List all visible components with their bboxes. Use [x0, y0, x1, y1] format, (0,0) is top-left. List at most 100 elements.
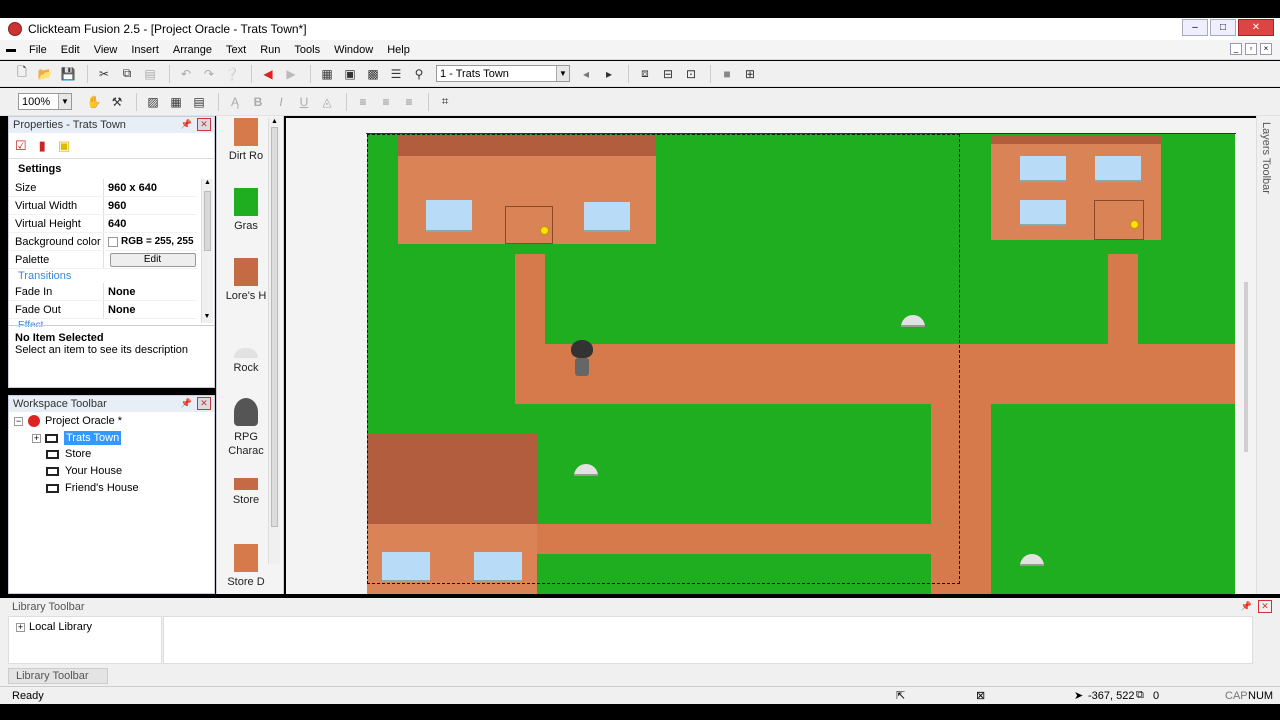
scroll-thumb[interactable] [271, 127, 278, 527]
run-app-icon[interactable]: ⊟ [658, 64, 678, 84]
text-color-icon[interactable]: ◬ [317, 92, 337, 112]
italic-icon[interactable]: I [271, 92, 291, 112]
undo-icon[interactable]: ↶ [176, 64, 196, 84]
collapse-icon[interactable]: − [14, 416, 23, 426]
pin-icon[interactable]: 📌 [181, 119, 192, 130]
save-icon[interactable]: 💾 [58, 64, 78, 84]
library-local[interactable]: + Local Library [16, 621, 92, 633]
font-icon[interactable]: Ą [225, 92, 245, 112]
run-frame-icon[interactable]: ⧈ [635, 64, 655, 84]
mdi-close-button[interactable]: × [1260, 43, 1272, 55]
frame-select[interactable]: 1 - Trats Town ▼ [436, 65, 570, 82]
menu-run[interactable]: Run [253, 44, 287, 56]
settings-tab-icon[interactable]: ☑ [15, 138, 27, 154]
canvas-scrollbar[interactable] [1238, 118, 1252, 594]
object-dirt-road[interactable]: Dirt Ro [222, 118, 270, 162]
pin-icon[interactable]: 📌 [181, 398, 192, 409]
layers-toolbar-tab[interactable]: Layers Toolbar [1256, 116, 1280, 594]
data-elements-icon[interactable]: ⚲ [409, 64, 429, 84]
mdi-restore-button[interactable]: ▫ [1245, 43, 1257, 55]
object-store-door[interactable]: Store D [222, 544, 270, 588]
close-panel-icon[interactable]: ✕ [197, 118, 211, 131]
prev-frame-icon[interactable]: ◂ [576, 64, 596, 84]
next-frame-icon[interactable]: ▸ [599, 64, 619, 84]
close-panel-icon[interactable]: ✕ [1258, 600, 1272, 613]
zoom-select[interactable]: 100% ▼ [18, 93, 72, 110]
object-grass[interactable]: Gras [222, 188, 270, 232]
paste-icon[interactable]: ▤ [140, 64, 160, 84]
open-icon[interactable]: 📂 [35, 64, 55, 84]
runtime-tab-icon[interactable]: ▮ [39, 138, 46, 154]
crop-icon[interactable]: ⌗ [435, 92, 455, 112]
prop-fade-out[interactable]: Fade Out None [9, 301, 197, 319]
layout-icon[interactable]: ▤ [189, 92, 209, 112]
library-tab[interactable]: Library Toolbar [8, 668, 108, 684]
forward-icon[interactable]: ▶ [281, 64, 301, 84]
help-icon[interactable]: ❔ [222, 64, 242, 84]
tree-project[interactable]: − Project Oracle * [14, 415, 122, 427]
scroll-thumb[interactable] [204, 191, 211, 251]
menu-arrange[interactable]: Arrange [166, 44, 219, 56]
new-icon[interactable]: 🗋 [12, 64, 32, 84]
scroll-down-icon[interactable]: ▼ [202, 313, 212, 323]
prop-background-color[interactable]: Background color RGB = 255, 255 [9, 233, 197, 251]
expand-icon[interactable]: + [32, 433, 41, 443]
maximize-button[interactable]: □ [1210, 19, 1236, 36]
expand-icon[interactable]: + [16, 622, 25, 632]
event-editor-icon[interactable]: ▩ [363, 64, 383, 84]
tree-frame-your-house[interactable]: Your House [46, 465, 122, 477]
underline-icon[interactable]: U [294, 92, 314, 112]
menu-view[interactable]: View [87, 44, 125, 56]
scroll-up-icon[interactable]: ▲ [269, 118, 280, 125]
frame-editor-canvas[interactable] [286, 118, 1256, 594]
object-lores-house[interactable]: Lore's H [222, 258, 270, 302]
align-right-icon[interactable]: ≡ [399, 92, 419, 112]
properties-scrollbar[interactable]: ▲ ▼ [201, 179, 213, 323]
scroll-thumb[interactable] [1244, 282, 1248, 452]
copy-icon[interactable]: ⧉ [117, 64, 137, 84]
object-rock[interactable]: Rock [222, 338, 270, 374]
menu-tools[interactable]: Tools [287, 44, 327, 56]
show-grid-icon[interactable]: ▨ [143, 92, 163, 112]
mdi-minimize-button[interactable]: _ [1230, 43, 1242, 55]
tree-frame-trats-town[interactable]: + Trats Town [32, 431, 122, 445]
pin-icon[interactable]: 📌 [1241, 601, 1252, 612]
dirt-road[interactable] [1108, 254, 1138, 344]
frame-editor-icon[interactable]: ▣ [340, 64, 360, 84]
prop-virtual-width[interactable]: Virtual Width 960 [9, 197, 197, 215]
menu-help[interactable]: Help [380, 44, 417, 56]
system-menu-icon[interactable]: ▬ [0, 44, 22, 55]
build-icon[interactable]: ⊡ [681, 64, 701, 84]
prop-size[interactable]: Size 960 x 640 [9, 179, 197, 197]
tree-frame-store[interactable]: Store [46, 448, 91, 460]
close-button[interactable]: ✕ [1238, 19, 1274, 36]
snap-grid-icon[interactable]: ▦ [166, 92, 186, 112]
menu-insert[interactable]: Insert [124, 44, 166, 56]
object-store[interactable]: Store [222, 478, 270, 506]
object-rpg-character[interactable]: RPG Charac [222, 398, 270, 458]
menu-file[interactable]: File [22, 44, 54, 56]
cut-icon[interactable]: ✂ [94, 64, 114, 84]
menu-text[interactable]: Text [219, 44, 253, 56]
scroll-up-icon[interactable]: ▲ [202, 179, 213, 189]
menu-window[interactable]: Window [327, 44, 380, 56]
tree-frame-friends-house[interactable]: Friend's House [46, 482, 139, 494]
wand-icon[interactable]: ⚒ [107, 92, 127, 112]
chevron-down-icon[interactable]: ▼ [556, 66, 569, 81]
event-list-icon[interactable]: ☰ [386, 64, 406, 84]
prop-virtual-height[interactable]: Virtual Height 640 [9, 215, 197, 233]
minimize-button[interactable]: – [1182, 19, 1208, 36]
prop-fade-in[interactable]: Fade In None [9, 283, 197, 301]
hand-icon[interactable]: ✋ [84, 92, 104, 112]
about-tab-icon[interactable]: ▣ [58, 138, 70, 154]
palette-edit-button[interactable]: Edit [109, 252, 196, 267]
back-red-icon[interactable]: ◀ [258, 64, 278, 84]
close-panel-icon[interactable]: ✕ [197, 397, 211, 410]
align-center-icon[interactable]: ≡ [376, 92, 396, 112]
house-roof[interactable] [991, 136, 1161, 144]
menu-edit[interactable]: Edit [54, 44, 87, 56]
align-left-icon[interactable]: ≡ [353, 92, 373, 112]
stop-icon[interactable]: ■ [717, 64, 737, 84]
storyboard-icon[interactable]: ▦ [317, 64, 337, 84]
grid-setup-icon[interactable]: ⊞ [740, 64, 760, 84]
